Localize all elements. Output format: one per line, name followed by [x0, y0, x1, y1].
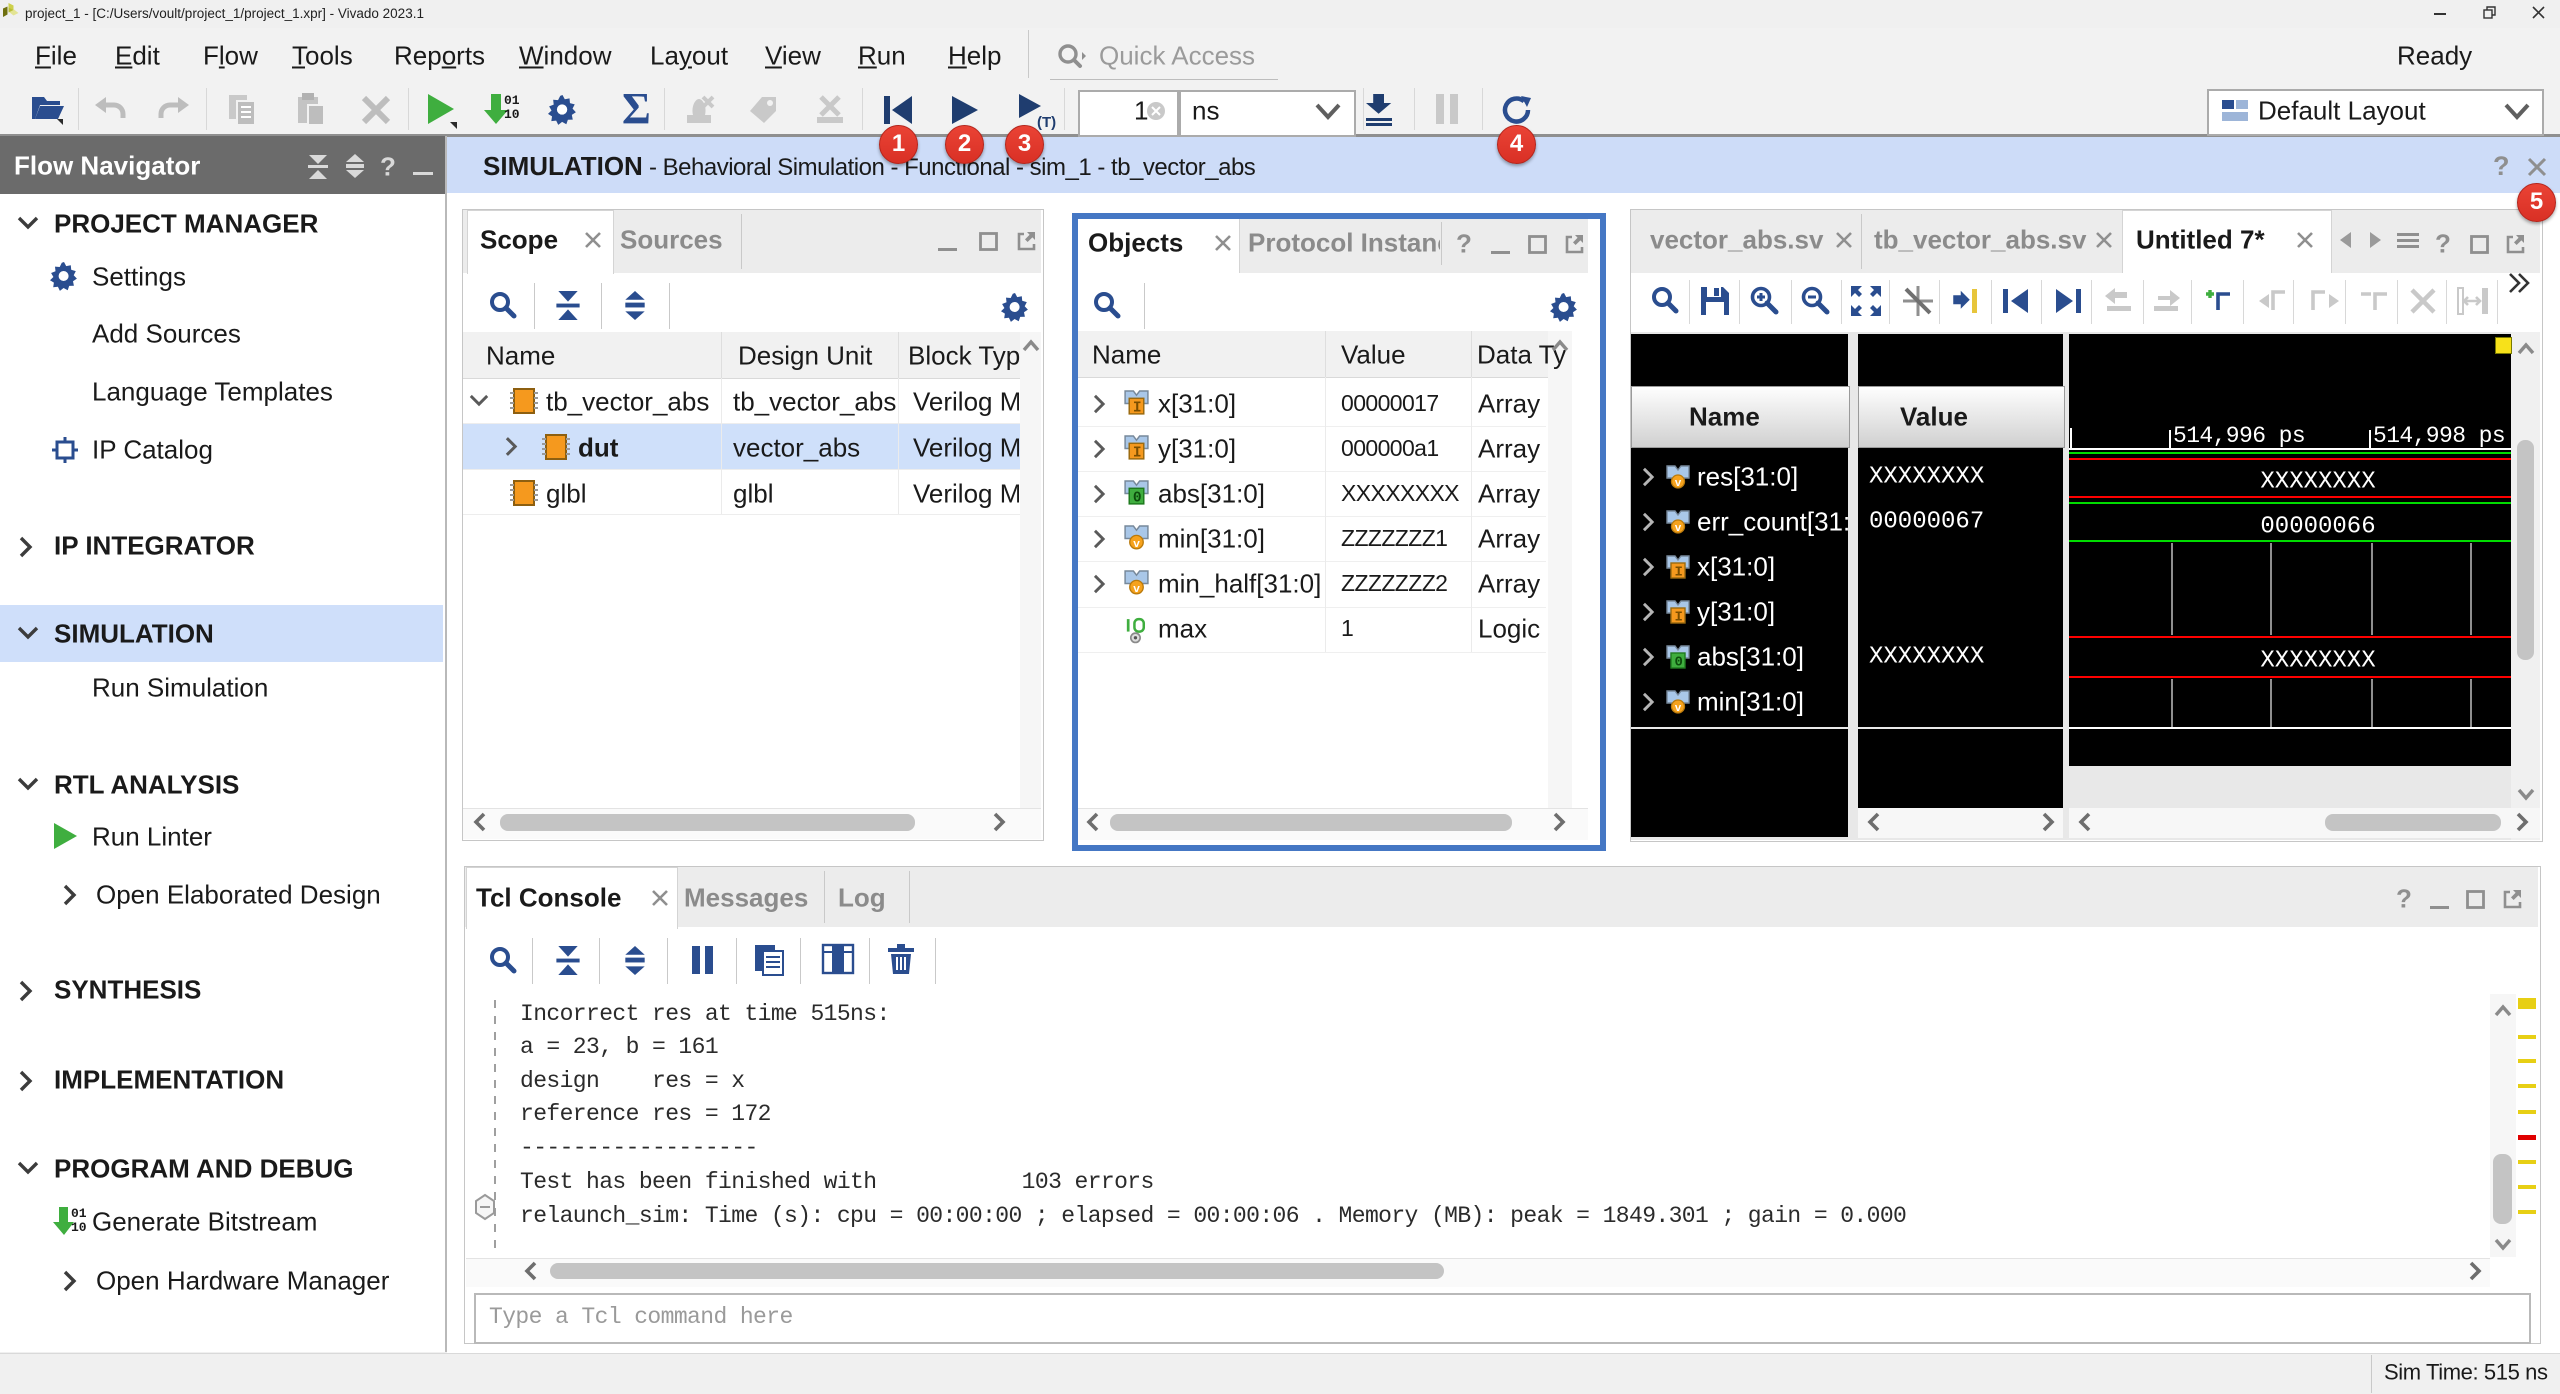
svg-text:01: 01	[504, 93, 520, 108]
svg-text:01: 01	[71, 1206, 87, 1221]
svg-text:10: 10	[504, 107, 520, 122]
svg-text:(T): (T)	[1037, 114, 1056, 131]
svg-text:10: 10	[71, 1220, 87, 1235]
